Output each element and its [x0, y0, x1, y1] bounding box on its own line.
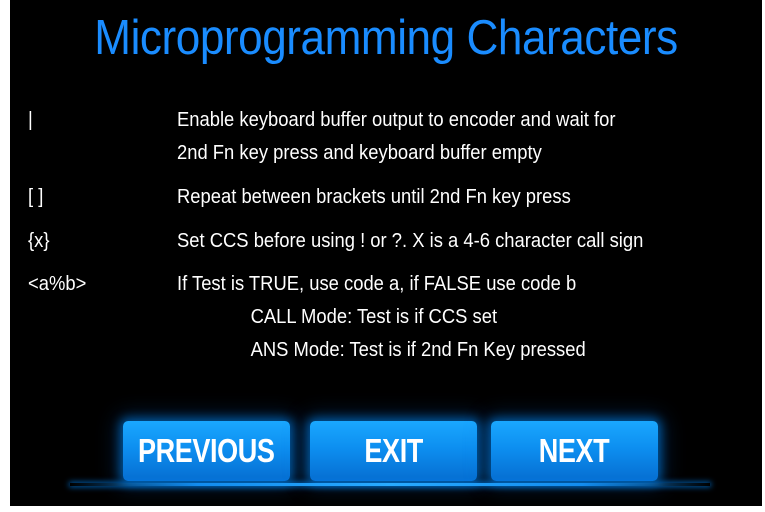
description-subline: ANS Mode: Test is if 2nd Fn Key pressed	[250, 339, 586, 361]
previous-button[interactable]: PREVIOUS	[123, 421, 290, 481]
exit-button-label: EXIT	[364, 432, 423, 469]
description-line: 2nd Fn key press and keyboard buffer emp…	[177, 142, 542, 164]
screen: Microprogramming Characters | Enable key…	[0, 0, 765, 512]
character-list: | Enable keyboard buffer output to encod…	[10, 0, 762, 400]
exit-button[interactable]: EXIT	[310, 421, 477, 481]
description: Repeat between brackets until 2nd Fn key…	[177, 181, 571, 214]
symbol-conditional: <a%b>	[28, 273, 87, 295]
help-panel: Microprogramming Characters | Enable key…	[10, 0, 762, 506]
symbol-brackets: [ ]	[28, 186, 44, 208]
previous-button-label: PREVIOUS	[138, 432, 275, 469]
description: If Test is TRUE, use code a, if FALSE us…	[177, 268, 586, 367]
glow-divider	[70, 483, 710, 486]
description-subline: CALL Mode: Test is if CCS set	[250, 306, 498, 328]
description: Set CCS before using ! or ?. X is a 4-6 …	[177, 225, 643, 258]
next-button-label: NEXT	[539, 432, 610, 469]
description-line: If Test is TRUE, use code a, if FALSE us…	[177, 273, 577, 295]
description: Enable keyboard buffer output to encoder…	[177, 104, 615, 170]
symbol-pipe: |	[28, 109, 33, 131]
description-line: Repeat between brackets until 2nd Fn key…	[177, 186, 571, 208]
next-button[interactable]: NEXT	[491, 421, 658, 481]
description-line: Enable keyboard buffer output to encoder…	[177, 109, 616, 131]
symbol-braces: {x}	[28, 230, 50, 252]
description-line: Set CCS before using ! or ?. X is a 4-6 …	[177, 230, 644, 252]
